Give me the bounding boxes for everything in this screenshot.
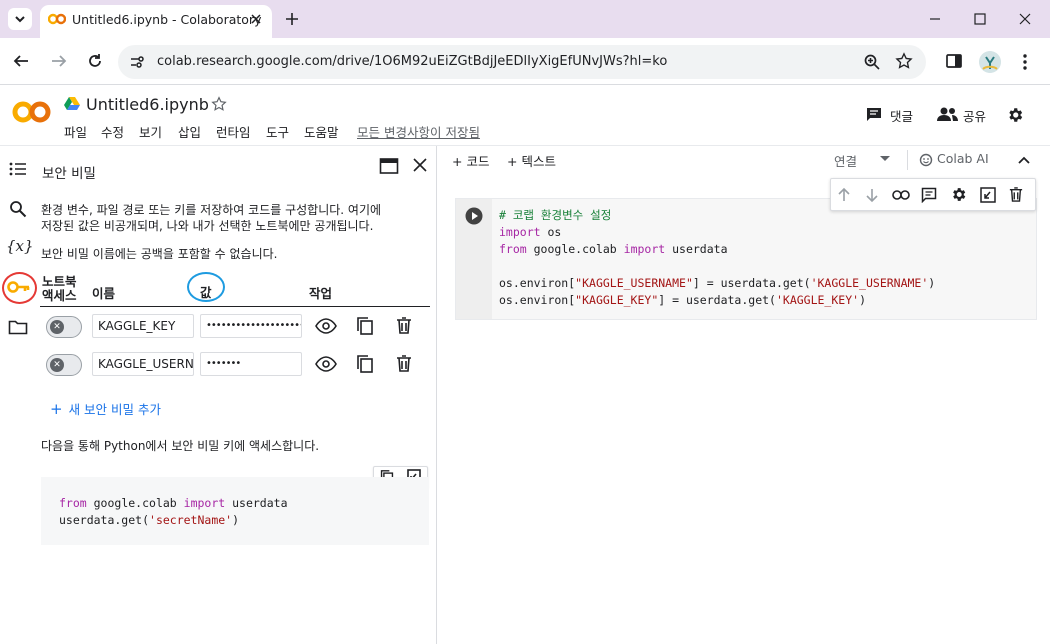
panel-divider	[436, 146, 437, 644]
tab-title: Untitled6.ipynb - Colaboratory	[72, 12, 262, 27]
header-divider	[0, 145, 1050, 146]
header-divider-line	[40, 306, 430, 307]
window-close-icon[interactable]	[1018, 12, 1032, 26]
menu-edit[interactable]: 수정	[101, 122, 124, 141]
add-code-button[interactable]: + 코드	[452, 151, 489, 170]
secret-name-input[interactable]: KAGGLE_USERNAME	[92, 352, 194, 376]
bookmark-star-icon[interactable]	[895, 52, 913, 70]
variables-icon[interactable]: {x}	[6, 237, 34, 255]
cell-settings-gear-icon[interactable]	[950, 186, 967, 203]
minimize-icon[interactable]	[928, 12, 942, 26]
cell-code[interactable]: # 코랩 환경변수 설정 import os from google.colab…	[499, 207, 935, 309]
zoom-icon[interactable]	[863, 53, 881, 71]
left-rail	[0, 146, 36, 644]
panel-title: 보안 비밀	[42, 166, 96, 182]
run-cell-icon[interactable]	[465, 207, 483, 225]
panel-close-icon[interactable]	[413, 158, 427, 172]
files-folder-icon[interactable]	[8, 319, 28, 335]
back-arrow-icon[interactable]	[12, 53, 30, 69]
site-info-icon[interactable]	[128, 53, 146, 71]
connect-button[interactable]: 연결	[834, 151, 857, 170]
delete-cell-trash-icon[interactable]	[1009, 186, 1023, 203]
copy-icon[interactable]	[356, 354, 374, 374]
toggle-off-icon: ✕	[50, 358, 64, 372]
secret-name-input[interactable]: KAGGLE_KEY	[92, 314, 194, 338]
share-people-icon[interactable]	[937, 106, 959, 122]
settings-gear-icon[interactable]	[1006, 106, 1024, 124]
collapse-chevron-up-icon[interactable]	[1017, 155, 1031, 165]
cell-comment-icon[interactable]	[921, 187, 937, 203]
add-secret-button[interactable]: + 새 보안 비밀 추가	[50, 399, 161, 418]
delete-trash-icon[interactable]	[396, 354, 412, 373]
snippet-code: from google.colab import userdata userda…	[59, 496, 288, 527]
chevron-down-icon	[15, 16, 25, 23]
colab-ai-icon[interactable]	[919, 153, 933, 167]
menu-view[interactable]: 보기	[139, 122, 162, 141]
tab-search-button[interactable]	[8, 8, 32, 30]
header-action: 작업	[309, 286, 333, 301]
spaces-note: 보안 비밀 이름에는 공백을 포함할 수 없습니다.	[41, 247, 278, 261]
search-icon[interactable]	[9, 200, 27, 218]
menu-runtime[interactable]: 런타임	[216, 122, 251, 141]
add-text-button[interactable]: + 텍스트	[507, 151, 556, 170]
mirror-cell-icon[interactable]	[980, 187, 996, 203]
secret-value-input[interactable]: ••••••••••••••••••••••••	[200, 314, 302, 338]
code-snippet: from google.colab import userdata userda…	[41, 477, 429, 545]
link-icon[interactable]	[892, 190, 910, 200]
notebook-access-toggle[interactable]: ✕	[46, 316, 82, 338]
colab-ai-button[interactable]: Colab AI	[937, 151, 989, 166]
delete-trash-icon[interactable]	[396, 316, 412, 335]
table-of-contents-icon[interactable]	[9, 161, 27, 177]
menu-file[interactable]: 파일	[64, 122, 87, 141]
forward-arrow-icon[interactable]	[50, 53, 68, 69]
connect-dropdown-icon[interactable]	[879, 155, 891, 163]
show-value-eye-icon[interactable]	[315, 318, 337, 334]
browser-menu-icon[interactable]	[1020, 53, 1030, 71]
new-tab-icon[interactable]	[284, 11, 300, 27]
notebook-access-toggle[interactable]: ✕	[46, 354, 82, 376]
toolbar-separator	[907, 150, 908, 170]
tab-close-icon[interactable]	[250, 13, 262, 25]
url-text: colab.research.google.com/drive/1O6M92uE…	[157, 54, 668, 69]
show-value-eye-icon[interactable]	[315, 356, 337, 372]
panel-description: 환경 변수, 파일 경로 또는 키를 저장하여 코드를 구성합니다. 여기에 저…	[41, 203, 382, 233]
notebook-title[interactable]: Untitled6.ipynb	[86, 95, 209, 114]
header-name: 이름	[92, 286, 116, 301]
profile-avatar[interactable]	[979, 51, 1001, 73]
move-up-arrow-icon[interactable]	[837, 187, 851, 203]
menu-insert[interactable]: 삽입	[178, 122, 201, 141]
side-panel-icon[interactable]	[945, 53, 963, 69]
annotation-circle-blue	[187, 272, 225, 302]
maximize-icon[interactable]	[973, 12, 987, 26]
menu-help[interactable]: 도움말	[304, 122, 339, 141]
copy-icon[interactable]	[356, 316, 374, 336]
reload-icon[interactable]	[86, 52, 104, 70]
toggle-off-icon: ✕	[50, 320, 64, 334]
move-down-arrow-icon[interactable]	[865, 187, 879, 203]
open-in-tab-icon[interactable]	[379, 157, 399, 175]
saved-status[interactable]: 모든 변경사항이 저장됨	[357, 122, 480, 141]
annotation-circle-red	[2, 272, 37, 304]
menu-tools[interactable]: 도구	[266, 122, 289, 141]
secret-value-input[interactable]: •••••••	[200, 352, 302, 376]
plus-icon: +	[50, 400, 63, 418]
header-notebook-access: 노트북 액세스	[42, 274, 77, 303]
share-button[interactable]: 공유	[963, 106, 986, 125]
star-notebook-icon[interactable]	[211, 96, 227, 112]
access-instructions: 다음을 통해 Python에서 보안 비밀 키에 액세스합니다.	[41, 439, 320, 453]
colab-logo-icon[interactable]	[12, 99, 52, 125]
drive-icon	[64, 96, 80, 110]
comment-button[interactable]: 댓글	[890, 106, 913, 125]
comment-icon[interactable]	[865, 106, 883, 122]
colab-favicon-icon	[48, 13, 66, 25]
